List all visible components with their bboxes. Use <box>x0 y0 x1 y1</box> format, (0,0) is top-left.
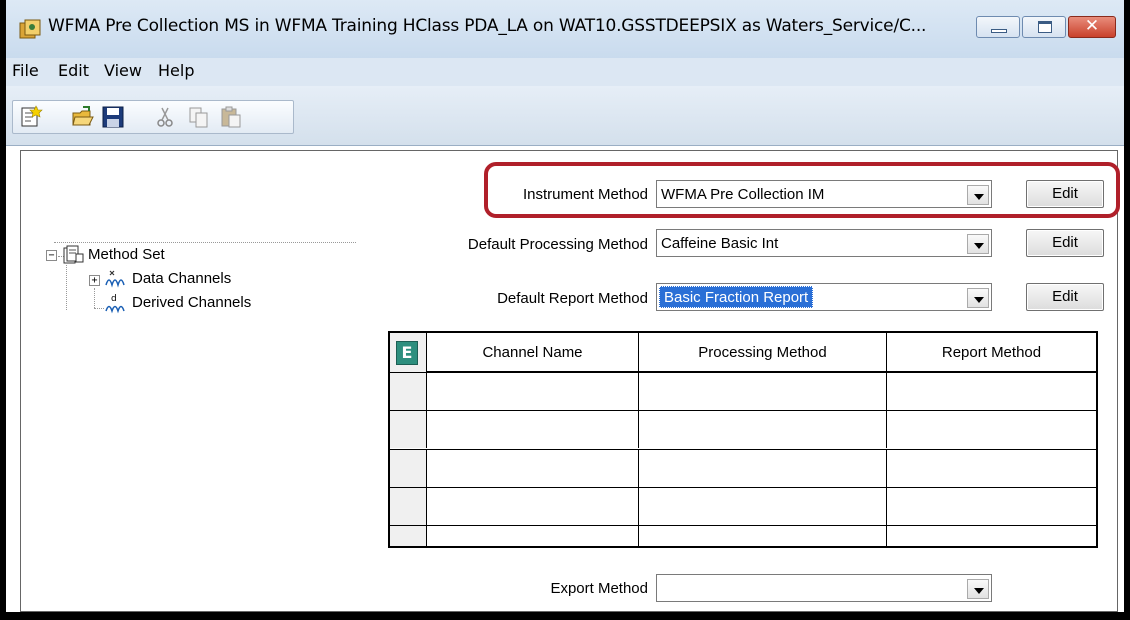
menu-edit[interactable]: Edit <box>58 61 89 80</box>
application-window: WFMA Pre Collection MS in WFMA Training … <box>0 0 1130 620</box>
export-method-select[interactable] <box>656 574 992 602</box>
chevron-down-icon[interactable] <box>967 234 989 254</box>
row-header[interactable] <box>390 450 426 487</box>
menu-help[interactable]: Help <box>158 61 194 80</box>
menu-file[interactable]: File <box>12 61 39 80</box>
row-header[interactable] <box>390 488 426 525</box>
cell-report-method[interactable] <box>886 526 1096 546</box>
app-icon <box>19 19 41 39</box>
save-icon[interactable] <box>101 105 125 129</box>
cell-report-method[interactable] <box>886 450 1096 487</box>
report-method-value: Basic Fraction Report <box>659 286 814 308</box>
minimize-icon <box>991 29 1007 33</box>
cell-channel-name[interactable] <box>426 373 638 410</box>
column-header-channel-name[interactable]: Channel Name <box>426 333 638 372</box>
minimize-button[interactable] <box>976 16 1020 38</box>
channels-grid: E Channel Name Processing Method Report … <box>388 331 1098 548</box>
open-icon[interactable] <box>71 105 95 129</box>
column-header-processing-method[interactable]: Processing Method <box>638 333 886 372</box>
grid-header: E Channel Name Processing Method Report … <box>390 333 1096 372</box>
report-method-select[interactable]: Basic Fraction Report <box>656 283 992 311</box>
window-title: WFMA Pre Collection MS in WFMA Training … <box>48 16 927 36</box>
row-header[interactable] <box>390 373 426 410</box>
processing-method-value: Caffeine Basic Int <box>661 235 779 252</box>
title-bar[interactable]: WFMA Pre Collection MS in WFMA Training … <box>6 0 1124 58</box>
tree-connector <box>94 308 104 309</box>
derived-channel-icon: d <box>105 294 125 314</box>
copy-icon[interactable] <box>187 105 211 129</box>
cell-report-method[interactable] <box>886 411 1096 448</box>
tree-connector <box>66 262 67 310</box>
report-method-label: Default Report Method <box>497 290 648 307</box>
data-channel-icon <box>105 270 125 288</box>
toolbar-group <box>12 100 294 134</box>
paste-icon[interactable] <box>219 105 243 129</box>
row-header[interactable] <box>390 411 426 448</box>
menu-view[interactable]: View <box>104 61 142 80</box>
chevron-down-icon[interactable] <box>967 288 989 308</box>
collapse-icon[interactable]: − <box>46 250 57 261</box>
toolbar <box>6 86 1124 146</box>
window-controls: ✕ <box>974 16 1116 38</box>
maximize-icon <box>1038 21 1052 33</box>
table-row[interactable] <box>390 372 1096 410</box>
cell-processing-method[interactable] <box>638 373 886 410</box>
expand-icon[interactable]: + <box>89 275 100 286</box>
cell-report-method[interactable] <box>886 373 1096 410</box>
processing-method-label: Default Processing Method <box>467 236 648 253</box>
cell-channel-name[interactable] <box>426 411 638 448</box>
tree-connector <box>94 288 95 308</box>
tree-item-method-set[interactable]: Method Set <box>88 246 165 263</box>
table-row[interactable] <box>390 487 1096 525</box>
processing-method-select[interactable]: Caffeine Basic Int <box>656 229 992 257</box>
grid-edit-icon: E <box>396 341 418 365</box>
table-row[interactable] <box>390 410 1096 448</box>
export-method-label: Export Method <box>550 580 648 597</box>
close-button[interactable]: ✕ <box>1068 16 1116 38</box>
table-row[interactable] <box>390 525 1096 546</box>
table-row[interactable] <box>390 449 1096 487</box>
grid-corner[interactable]: E <box>390 333 426 372</box>
cut-icon[interactable] <box>153 105 177 129</box>
row-header[interactable] <box>390 526 426 546</box>
tree-divider <box>54 242 356 243</box>
cell-report-method[interactable] <box>886 488 1096 525</box>
cell-processing-method[interactable] <box>638 526 886 546</box>
edit-report-method-button[interactable]: Edit <box>1026 283 1104 311</box>
svg-text:d: d <box>111 294 117 304</box>
close-icon: ✕ <box>1084 16 1100 36</box>
cell-processing-method[interactable] <box>638 450 886 487</box>
cell-channel-name[interactable] <box>426 450 638 487</box>
instrument-method-highlight <box>484 162 1120 218</box>
menu-bar: File Edit View Help <box>6 58 1124 86</box>
cell-processing-method[interactable] <box>638 411 886 448</box>
cell-channel-name[interactable] <box>426 488 638 525</box>
cell-processing-method[interactable] <box>638 488 886 525</box>
edit-processing-method-button[interactable]: Edit <box>1026 229 1104 257</box>
tree-item-derived-channels[interactable]: Derived Channels <box>132 294 251 311</box>
column-header-report-method[interactable]: Report Method <box>886 333 1096 372</box>
new-method-icon[interactable] <box>19 105 43 129</box>
maximize-button[interactable] <box>1022 16 1066 38</box>
cell-channel-name[interactable] <box>426 526 638 546</box>
chevron-down-icon[interactable] <box>967 579 989 599</box>
tree-item-data-channels[interactable]: Data Channels <box>132 270 231 287</box>
